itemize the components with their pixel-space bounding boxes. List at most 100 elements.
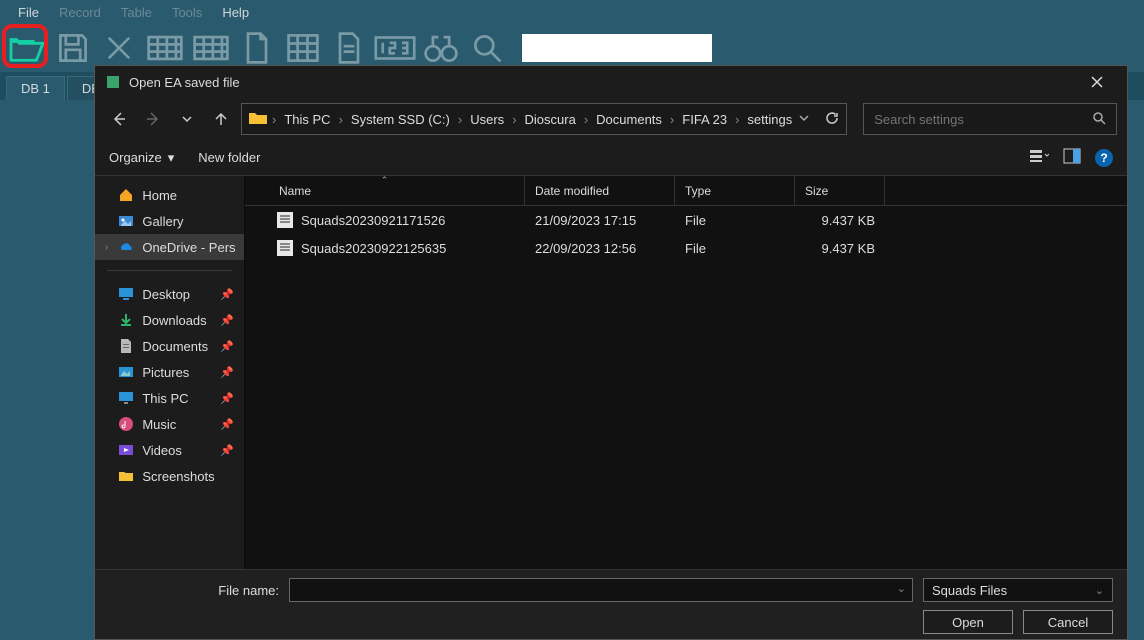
pin-icon: 📌 <box>220 288 234 301</box>
page2-icon[interactable] <box>328 27 370 69</box>
menu-file[interactable]: File <box>8 5 49 20</box>
pictures-icon <box>118 364 134 380</box>
menu-help[interactable]: Help <box>212 5 259 20</box>
close-x-icon[interactable] <box>98 27 140 69</box>
cancel-button[interactable]: Cancel <box>1023 610 1113 634</box>
sort-caret-icon: ⌃ <box>381 176 389 186</box>
tab-db1[interactable]: DB 1 <box>6 76 65 100</box>
refresh-icon[interactable] <box>824 110 840 129</box>
file-name: Squads20230921171526 <box>301 213 445 228</box>
sidebar: ›Home›Gallery › OneDrive - Pers ›Desktop📌›D… <box>95 176 245 569</box>
sidebar-item-label: Pictures <box>142 365 189 380</box>
open-folder-icon[interactable] <box>6 27 48 69</box>
forward-button[interactable] <box>139 105 167 133</box>
search-input[interactable] <box>874 112 1092 127</box>
file-size: 9.437 KB <box>795 241 885 256</box>
file-type: File <box>675 213 795 228</box>
back-button[interactable] <box>105 105 133 133</box>
sidebar-item-pictures[interactable]: ›Pictures📌 <box>95 359 244 385</box>
file-name-label: File name: <box>109 583 279 598</box>
crumb-5[interactable]: FIFA 23 <box>678 112 731 127</box>
pin-icon: 📌 <box>220 418 234 431</box>
downloads-icon <box>118 312 134 328</box>
sidebar-item-onedrive[interactable]: › OneDrive - Pers <box>95 234 244 260</box>
file-row[interactable]: Squads20230921171526 21/09/2023 17:15 Fi… <box>245 206 1127 234</box>
up-button[interactable] <box>207 105 235 133</box>
col-size[interactable]: Size <box>795 176 885 205</box>
chevron-right-icon: › <box>105 242 108 253</box>
sidebar-item-documents[interactable]: ›Documents📌 <box>95 333 244 359</box>
onedrive-icon <box>118 239 134 255</box>
column-headers: ⌃ Name Date modified Type Size <box>245 176 1127 206</box>
documents-icon <box>118 338 134 354</box>
file-icon <box>277 212 293 228</box>
pin-icon: 📌 <box>220 366 234 379</box>
sidebar-item-label: OneDrive - Pers <box>142 240 235 255</box>
sidebar-item-label: This PC <box>142 391 188 406</box>
sidebar-item-videos[interactable]: ›Videos📌 <box>95 437 244 463</box>
sidebar-item-desktop[interactable]: ›Desktop📌 <box>95 281 244 307</box>
sidebar-item-thispc[interactable]: ›This PC📌 <box>95 385 244 411</box>
sidebar-item-label: Documents <box>142 339 208 354</box>
file-pane: ⌃ Name Date modified Type Size Squads202… <box>245 176 1127 569</box>
sidebar-item-music[interactable]: ›Music📌 <box>95 411 244 437</box>
crumb-4[interactable]: Documents <box>592 112 666 127</box>
gallery-icon <box>118 213 134 229</box>
address-dropdown-icon[interactable] <box>798 112 810 127</box>
sidebar-item-screenshots[interactable]: ›Screenshots <box>95 463 244 489</box>
sidebar-item-label: Downloads <box>142 313 206 328</box>
crumb-3[interactable]: Dioscura <box>521 112 580 127</box>
preview-pane-icon[interactable] <box>1063 148 1081 167</box>
sidebar-item-downloads[interactable]: ›Downloads📌 <box>95 307 244 333</box>
pin-icon: 📌 <box>220 340 234 353</box>
col-type[interactable]: Type <box>675 176 795 205</box>
file-type: File <box>675 241 795 256</box>
view-options-icon[interactable] <box>1029 148 1049 167</box>
address-bar[interactable]: › This PC› System SSD (C:)› Users› Diosc… <box>241 103 847 135</box>
file-date: 22/09/2023 12:56 <box>525 241 675 256</box>
file-list: Squads20230921171526 21/09/2023 17:15 Fi… <box>245 206 1127 569</box>
dialog-titlebar: Open EA saved file <box>95 66 1127 98</box>
toolbar-search-input[interactable] <box>522 34 712 62</box>
db-icon-2[interactable] <box>190 27 232 69</box>
grid-icon[interactable] <box>282 27 324 69</box>
pin-icon: 📌 <box>220 444 234 457</box>
open-button[interactable]: Open <box>923 610 1013 634</box>
col-name[interactable]: ⌃ Name <box>245 176 525 205</box>
file-size: 9.437 KB <box>795 213 885 228</box>
nav-row: › This PC› System SSD (C:)› Users› Diosc… <box>95 98 1127 140</box>
sidebar-item-gallery[interactable]: ›Gallery <box>95 208 244 234</box>
file-name-input[interactable]: ⌄ <box>289 578 913 602</box>
crumb-2[interactable]: Users <box>466 112 508 127</box>
thispc-icon <box>118 390 134 406</box>
folder-icon <box>248 110 268 128</box>
search-icon <box>1092 111 1106 128</box>
open-file-dialog: Open EA saved file › This PC› System SSD… <box>94 65 1128 640</box>
file-type-select[interactable]: Squads Files⌄ <box>923 578 1113 602</box>
sidebar-item-label: Screenshots <box>142 469 214 484</box>
binoculars-icon[interactable] <box>420 27 462 69</box>
page-icon[interactable] <box>236 27 278 69</box>
save-icon[interactable] <box>52 27 94 69</box>
organize-dropdown[interactable]: Organize ▾ <box>109 150 174 166</box>
menu-record: Record <box>49 5 111 20</box>
new-folder-button[interactable]: New folder <box>198 150 260 165</box>
dialog-app-icon <box>105 74 121 90</box>
digits-icon[interactable] <box>374 27 416 69</box>
search-box[interactable] <box>863 103 1117 135</box>
menu-tools: Tools <box>162 5 212 20</box>
col-date[interactable]: Date modified <box>525 176 675 205</box>
db-icon-1[interactable] <box>144 27 186 69</box>
crumb-1[interactable]: System SSD (C:) <box>347 112 454 127</box>
help-icon[interactable]: ? <box>1095 149 1113 167</box>
menu-table: Table <box>111 5 162 20</box>
file-name: Squads20230922125635 <box>301 241 446 256</box>
crumb-0[interactable]: This PC <box>280 112 334 127</box>
sidebar-item-home[interactable]: ›Home <box>95 182 244 208</box>
recent-dropdown[interactable] <box>173 105 201 133</box>
sidebar-item-label: Videos <box>142 443 182 458</box>
close-button[interactable] <box>1077 66 1117 98</box>
magnifier-icon[interactable] <box>466 27 508 69</box>
crumb-6[interactable]: settings <box>743 112 796 127</box>
file-row[interactable]: Squads20230922125635 22/09/2023 12:56 Fi… <box>245 234 1127 262</box>
